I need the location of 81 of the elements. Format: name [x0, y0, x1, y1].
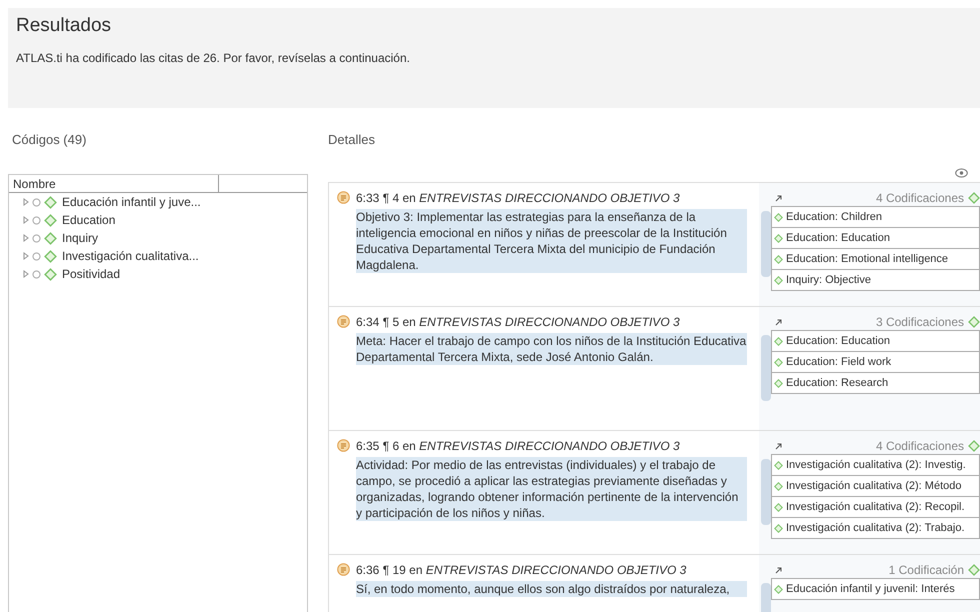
- result-message: ATLAS.ti ha codificado las citas de 26. Por favor, revíselas a continuación.: [16, 50, 411, 66]
- code-diamond-icon: [774, 460, 783, 470]
- code-tag[interactable]: Education: Research: [771, 372, 980, 394]
- column-header[interactable]: Nombre: [9, 175, 219, 192]
- code-tag[interactable]: Investigación cualitativa (2): Recopil.: [771, 496, 980, 518]
- quote-reference: 6:35 ¶ 6 en ENTREVISTAS DIRECCIONANDO OBJETIVO 3: [356, 438, 680, 455]
- code-tag[interactable]: Education: Field work: [771, 351, 980, 373]
- details-title: Detalles: [328, 131, 376, 149]
- code-tag[interactable]: Investigación cualitativa (2): Método: [771, 475, 980, 497]
- quote-reference: 6:36 ¶ 19 en ENTREVISTAS DIRECCIONANDO OBJETIVO 3: [356, 562, 686, 579]
- codings-count: 4 Codificaciones: [876, 438, 964, 455]
- code-diamond-icon: [774, 276, 783, 284]
- code-tree-item[interactable]: Investigación cualitativa...: [9, 247, 307, 265]
- code-diamond-icon: [968, 564, 980, 576]
- codings-count: 1 Codificación: [888, 562, 964, 579]
- open-arrow-icon[interactable]: [775, 566, 782, 574]
- code-tag[interactable]: Inquiry: Objective: [771, 269, 980, 291]
- code-diamond-icon: [968, 440, 980, 452]
- expand-arrow-icon: [23, 234, 29, 242]
- eye-icon[interactable]: [955, 168, 968, 178]
- code-diamond-icon: [44, 250, 57, 262]
- code-diamond-icon: [774, 524, 783, 532]
- scroll-thumb[interactable]: [761, 335, 771, 401]
- code-diamond-icon: [44, 196, 57, 208]
- quote-card[interactable]: [329, 431, 980, 555]
- quote-reference: 6:33 ¶ 4 en ENTREVISTAS DIRECCIONANDO OBJETIVO 3: [356, 190, 680, 207]
- quote-text: Objetivo 3: Implementar las estrategias para la enseñanza de la inteligencia emocional en niños y niñas de preescolar de la Institución Educativa Departamental Tercera Mixta del municipio de Fundación Magdalena.: [356, 209, 747, 273]
- codings-count: 3 Codificaciones: [876, 314, 964, 331]
- circle-icon: [32, 234, 41, 242]
- open-arrow-icon[interactable]: [775, 442, 782, 450]
- code-diamond-icon: [774, 234, 783, 242]
- circle-icon: [32, 198, 41, 206]
- code-diamond-icon: [44, 214, 57, 226]
- quote-icon: [337, 439, 350, 452]
- code-diamond-icon: [44, 232, 57, 244]
- quote-icon: [337, 315, 350, 328]
- code-tag[interactable]: Education: Children: [771, 206, 980, 228]
- code-diamond-icon: [774, 358, 783, 366]
- scroll-thumb[interactable]: [761, 211, 771, 277]
- open-arrow-icon[interactable]: [775, 194, 782, 202]
- code-tree-item[interactable]: Education: [9, 211, 307, 229]
- code-tree-item[interactable]: Inquiry: [9, 229, 307, 247]
- code-diamond-icon: [968, 316, 980, 328]
- circle-icon: [32, 270, 41, 278]
- quote-text: Actividad: Por medio de las entrevistas (individuales) y el trabajo de campo, se procedió a aplicar las estrategias previamente diseñadas y organizadas, logrando obtener información pertinente de la intervención y participación de los niños y niñas.: [356, 457, 747, 521]
- code-tag[interactable]: Education: Emotional intelligence: [771, 248, 980, 270]
- quote-card[interactable]: [329, 307, 980, 431]
- code-diamond-icon: [774, 482, 783, 490]
- code-tag[interactable]: Educación infantil y juvenil: Interés: [771, 578, 980, 600]
- expand-arrow-icon: [23, 270, 29, 278]
- code-diamond-icon: [968, 192, 980, 204]
- quote-card[interactable]: 6:36 ¶ 19 en ENTREVISTAS DIRECCIONANDO OBJETIVO 3 Sí, en todo momento, aunque ellos son algo distraídos por naturaleza, 1 Codificación Educación infantil y juvenil: Interés: [329, 555, 980, 612]
- code-diamond-icon: [774, 212, 783, 222]
- scroll-thumb[interactable]: [761, 459, 771, 525]
- codings-count: 4 Codificaciones: [876, 190, 964, 207]
- quote-text: Meta: Hacer el trabajo de campo con los niños de la Institución Educativa Departamental Tercera Mixta, sede José Antonio Galán.: [356, 333, 747, 365]
- code-diamond-icon: [774, 336, 783, 346]
- expand-arrow-icon: [23, 198, 29, 206]
- code-diamond-icon: [774, 254, 783, 264]
- expand-arrow-icon: [23, 216, 29, 224]
- code-tree-item[interactable]: Positividad: [9, 265, 307, 283]
- code-diamond-icon: [774, 378, 783, 388]
- circle-icon: [32, 252, 41, 260]
- quote-card[interactable]: [329, 183, 980, 307]
- code-diamond-icon: [774, 584, 783, 594]
- quote-icon: [337, 191, 350, 204]
- code-diamond-icon: [774, 502, 783, 512]
- open-arrow-icon[interactable]: [775, 318, 782, 326]
- code-diamond-icon: [44, 268, 57, 280]
- quote-reference: 6:34 ¶ 5 en ENTREVISTAS DIRECCIONANDO OBJETIVO 3: [356, 314, 680, 331]
- circle-icon: [32, 216, 41, 224]
- code-tag[interactable]: Education: Education: [771, 330, 980, 352]
- quote-text: Sí, en todo momento, aunque ellos son algo distraídos por naturaleza,: [356, 581, 747, 597]
- page-title: Resultados: [16, 14, 112, 38]
- code-tag[interactable]: Education: Education: [771, 227, 980, 249]
- code-tag[interactable]: Investigación cualitativa (2): Trabajo.: [771, 517, 980, 539]
- code-tree-item[interactable]: Educación infantil y juve...: [9, 193, 307, 211]
- quote-icon: [337, 563, 350, 576]
- codes-title: Códigos (49): [11, 131, 88, 149]
- expand-arrow-icon: [23, 252, 29, 260]
- code-tag[interactable]: Investigación cualitativa (2): Investig.: [771, 454, 980, 476]
